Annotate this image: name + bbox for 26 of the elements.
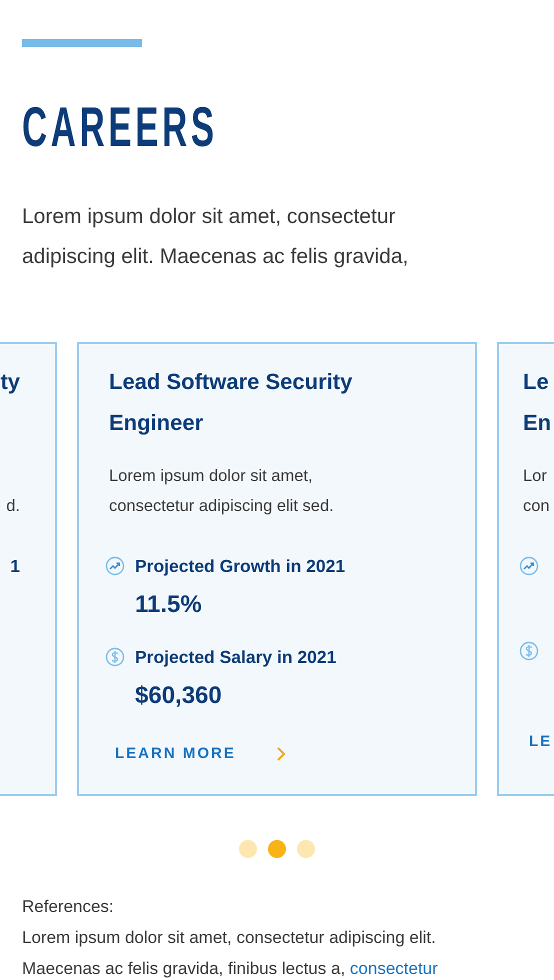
trend-up-icon — [105, 556, 125, 576]
stat-label: Projected Growth in 2021 — [135, 556, 346, 576]
dollar-icon — [519, 641, 539, 661]
stat-value: $60,360 — [135, 682, 223, 710]
learn-more-link[interactable]: LEARN MORE — [115, 745, 236, 762]
job-title: Le En — [523, 368, 552, 437]
carousel-dot[interactable] — [297, 840, 315, 858]
job-description: d. — [5, 496, 20, 517]
chevron-right-icon[interactable] — [276, 746, 286, 762]
references-label: References: — [22, 896, 115, 918]
stat-label: 1 — [10, 556, 20, 576]
job-description: Lorem ipsum dolor sit amet, consectetur adipiscing elit sed. — [109, 466, 335, 517]
learn-more-link[interactable]: LE — [529, 733, 552, 750]
job-title: Lead Software Security Engineer — [109, 368, 354, 437]
stat-label: Projected Salary in 2021 — [135, 646, 336, 668]
job-title: ty — [0, 368, 20, 396]
stat-value: 11.5% — [135, 591, 203, 619]
section-heading: CAREERS — [22, 99, 219, 155]
job-description: Lor con — [523, 466, 551, 517]
carousel-dot[interactable] — [239, 840, 257, 858]
intro-paragraph: Lorem ipsum dolor sit amet, consectetur adipiscing elit. Maecenas ac felis gravida, — [22, 204, 410, 270]
trend-up-icon — [519, 556, 539, 576]
reference-link[interactable]: consectetur — [350, 959, 438, 978]
dollar-icon — [105, 647, 125, 667]
carousel-dot[interactable] — [268, 840, 286, 858]
references-text: Lorem ipsum dolor sit amet, consectetur adipiscing elit. Maecenas ac felis gravida, finibus lectus a, consectetur — [22, 927, 439, 980]
